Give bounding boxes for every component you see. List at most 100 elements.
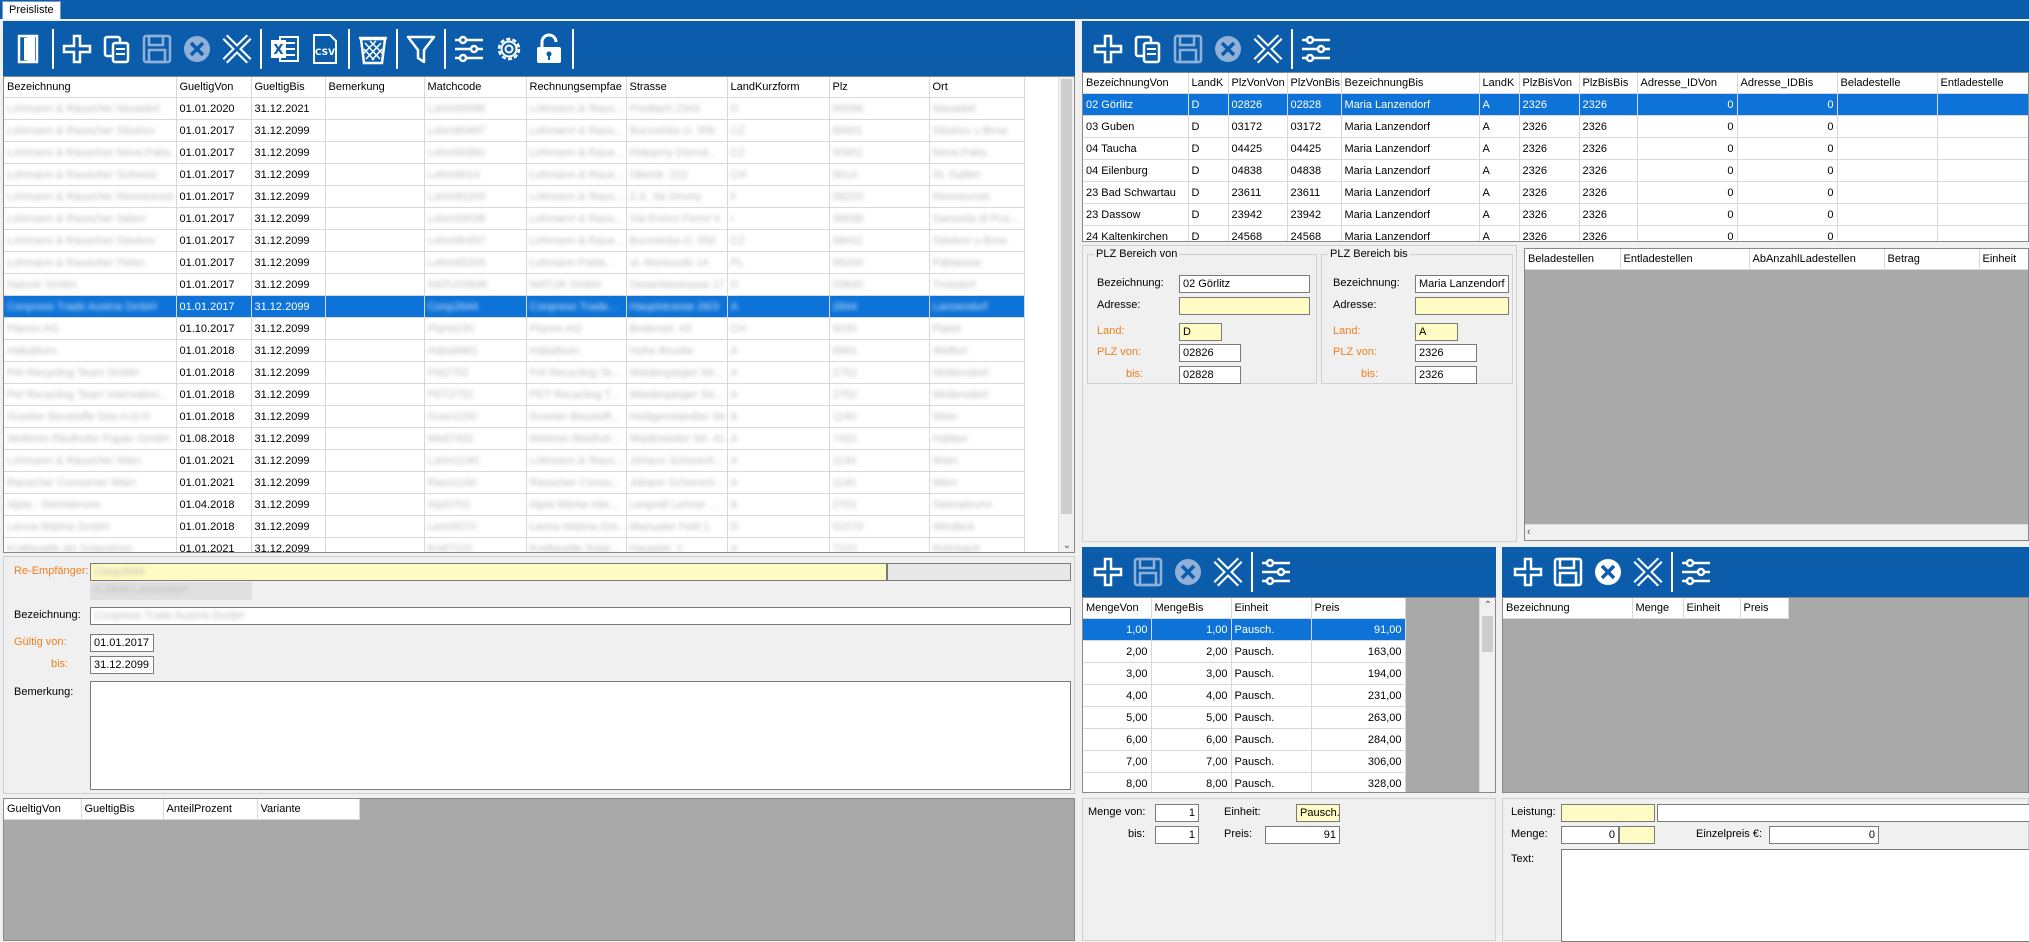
menge-add-button[interactable]	[1088, 552, 1128, 592]
leistung-description-field[interactable]	[1657, 804, 2029, 822]
main-table-column-header[interactable]: Bemerkung	[325, 77, 425, 98]
table-row[interactable]: Rauscher Consumer Wien 01.01.2021 31.12.20…	[4, 471, 1025, 494]
plz-table-column-header[interactable]: LandK	[1479, 73, 1520, 94]
table-row[interactable]: Lohmann & Rauscher Polen 01.01.2017 31.12.…	[4, 251, 1025, 274]
copy-button[interactable]	[97, 29, 137, 69]
leistung-table-column-header[interactable]: Einheit	[1683, 598, 1741, 619]
table-row[interactable]: 23 Dassow D 23942 23942 Maria Lanzendorf A 232…	[1083, 203, 2028, 226]
leistung-einheit-field[interactable]	[1619, 826, 1655, 844]
plz-copy-button[interactable]	[1128, 29, 1168, 69]
tab-preisliste[interactable]: Preisliste	[2, 1, 61, 19]
leistung-delete-button[interactable]	[1628, 552, 1668, 592]
table-row[interactable]: Alpla - Steinabrunn 01.04.2018 31.12.2099 A…	[4, 493, 1025, 516]
gueltig-bis-field[interactable]: 31.12.2099	[90, 656, 154, 674]
table-row[interactable]: Lohmann & Rauscher Nova Paka 01.01.2017 31…	[4, 141, 1025, 164]
main-table-column-header[interactable]: Strasse	[626, 77, 728, 98]
leistung-menge-field[interactable]: 0	[1561, 826, 1619, 844]
preisliste-grid[interactable]: Bezeichnung GueltigVon GueltigBis Bemerkung…	[3, 76, 1075, 553]
table-row[interactable]: Lohmann & Rauscher Schweiz 01.01.2017 31.1…	[4, 163, 1025, 186]
menge-delete-button[interactable]	[1208, 552, 1248, 592]
leistung-grid[interactable]: Bezeichnung Menge Einheit Preis	[1502, 597, 2029, 793]
plz-von-land-field[interactable]: D	[1179, 323, 1222, 341]
table-row[interactable]: Lenna Watina GmbH 01.01.2018 31.12.2099 Len…	[4, 515, 1025, 538]
table-row[interactable]: 7,00 7,00 Pausch. 306,00	[1083, 750, 1406, 773]
preisliste-vertical-scrollbar[interactable]: ⌄	[1058, 77, 1074, 552]
anteil-table-column-header[interactable]: AnteilProzent	[163, 799, 258, 820]
plz-table-column-header[interactable]: PlzVonVon	[1228, 73, 1288, 94]
cancel-button[interactable]	[177, 29, 217, 69]
bezeichnung-field[interactable]: Conpress Trade Austria GmbH	[90, 607, 1071, 625]
table-row[interactable]: Pet Recycling Team Internation... 01.01.2…	[4, 383, 1025, 406]
belade-table-column-header[interactable]: AbAnzahlLadestellen	[1749, 249, 1885, 270]
scrollbar-thumb[interactable]	[1061, 79, 1072, 514]
menge-cancel-button[interactable]	[1168, 552, 1208, 592]
ladestellen-grid[interactable]: Beladestellen Entladestellen AbAnzahlLades…	[1524, 248, 2029, 541]
main-table-column-header[interactable]: Plz	[829, 77, 930, 98]
table-row[interactable]: Lohmann & Rauscher Slavkov 01.01.2017 31.1…	[4, 119, 1025, 142]
belade-table-column-header[interactable]: Betrag	[1884, 249, 1980, 270]
excel-export-button[interactable]: X	[265, 29, 305, 69]
table-row[interactable]: Pet Recycling Team GmbH 01.01.2018 31.12.2…	[4, 361, 1025, 384]
table-row[interactable]: 8,00 8,00 Pausch. 328,00	[1083, 772, 1406, 792]
main-table-column-header[interactable]: GueltigVon	[176, 77, 252, 98]
leistung-save-button[interactable]	[1548, 552, 1588, 592]
plz-bis-adresse-field[interactable]	[1415, 297, 1509, 315]
leistung-cancel-button[interactable]	[1588, 552, 1628, 592]
main-table-column-header[interactable]: LandKurzform	[727, 77, 830, 98]
menge-grid[interactable]: MengeVon MengeBis Einheit Preis 1,00 1,00 Pau…	[1082, 597, 1496, 793]
menge-bis-field[interactable]: 1	[1155, 826, 1199, 844]
settings-button[interactable]	[489, 29, 529, 69]
menge-table-column-header[interactable]: Einheit	[1231, 598, 1312, 619]
scroll-up-arrow-icon[interactable]: ⌃	[1480, 600, 1495, 611]
table-row[interactable]: 2,00 2,00 Pausch. 163,00	[1083, 640, 1406, 663]
save-button[interactable]	[137, 29, 177, 69]
leistung-columns-settings-button[interactable]	[1676, 552, 1716, 592]
table-row[interactable]: 1,00 1,00 Pausch. 91,00	[1083, 618, 1406, 641]
table-row[interactable]: 04 Taucha D 04425 04425 Maria Lanzendorf A 232…	[1083, 137, 2028, 160]
belade-table-column-header[interactable]: Beladestellen	[1525, 249, 1621, 270]
re-empfaenger-field[interactable]: Conp2644	[90, 563, 887, 581]
belade-table-column-header[interactable]: Einheit	[1979, 249, 2028, 270]
table-row[interactable]: Conpress Trade Austria GmbH 01.01.2017 31.…	[4, 295, 1025, 318]
plz-table-column-header[interactable]: Entladestelle	[1937, 73, 2028, 94]
menge-columns-settings-button[interactable]	[1256, 552, 1296, 592]
anteil-table-column-header[interactable]: GueltigVon	[4, 799, 82, 820]
plz-add-button[interactable]	[1088, 29, 1128, 69]
unlock-button[interactable]	[529, 29, 569, 69]
table-row[interactable]: Lohmann & Rauscher Italien 01.01.2017 31.1…	[4, 207, 1025, 230]
menge-table-column-header[interactable]: MengeVon	[1083, 598, 1152, 619]
plz-von-plzvon-field[interactable]: 02826	[1179, 344, 1241, 362]
main-table-column-header[interactable]: Ort	[929, 77, 1025, 98]
main-table-column-header[interactable]: Bezeichnung	[4, 77, 177, 98]
menge-vertical-scrollbar[interactable]: ⌃	[1479, 598, 1495, 792]
table-row[interactable]: Planox AG 01.10.2017 31.12.2099 Plan9230 Pla…	[4, 317, 1025, 340]
anteil-table-column-header[interactable]: Variante	[257, 799, 360, 820]
main-table-column-header[interactable]: Matchcode	[424, 77, 527, 98]
table-row[interactable]: Lohmann & Rauscher Slavkov 01.01.2017 31.1…	[4, 229, 1025, 252]
plz-columns-settings-button[interactable]	[1296, 29, 1336, 69]
table-row[interactable]: 5,00 5,00 Pausch. 263,00	[1083, 706, 1406, 729]
leistung-field[interactable]	[1561, 804, 1655, 822]
preis-field[interactable]: 91	[1265, 826, 1340, 844]
table-row[interactable]: 03 Guben D 03172 03172 Maria Lanzendorf A 2326…	[1083, 115, 2028, 138]
plz-table-column-header[interactable]: Adresse_IDVon	[1637, 73, 1738, 94]
plz-table-column-header[interactable]: Adresse_IDBis	[1737, 73, 1838, 94]
table-row[interactable]: 23 Bad Schwartau D 23611 23611 Maria Lanzend…	[1083, 181, 2028, 204]
plz-table-column-header[interactable]: BezeichnungBis	[1341, 73, 1480, 94]
table-row[interactable]: 04 Eilenburg D 04838 04838 Maria Lanzendorf A…	[1083, 159, 2028, 182]
plz-save-button[interactable]	[1168, 29, 1208, 69]
plz-von-bis-field[interactable]: 02828	[1179, 366, 1241, 384]
leistung-table-column-header[interactable]: Preis	[1740, 598, 1789, 619]
table-row[interactable]: 02 Görlitz D 02826 02828 Maria Lanzendorf A 23…	[1083, 93, 2028, 116]
plz-table-column-header[interactable]: PlzBisBis	[1579, 73, 1638, 94]
plz-von-bezeichnung-field[interactable]: 02 Görlitz	[1179, 275, 1310, 293]
clear-button[interactable]	[353, 29, 393, 69]
gueltig-von-field[interactable]: 01.01.2017	[90, 634, 154, 652]
plz-cancel-button[interactable]	[1208, 29, 1248, 69]
scrollbar-thumb[interactable]	[1482, 616, 1493, 652]
main-table-column-header[interactable]: Rechnungsempfae	[526, 77, 627, 98]
plz-table-column-header[interactable]: PlzBisVon	[1519, 73, 1580, 94]
table-row[interactable]: Lohmann & Rauscher Wien 01.01.2021 31.12.2…	[4, 449, 1025, 472]
main-table-column-header[interactable]: GueltigBis	[251, 77, 326, 98]
add-button[interactable]	[57, 29, 97, 69]
